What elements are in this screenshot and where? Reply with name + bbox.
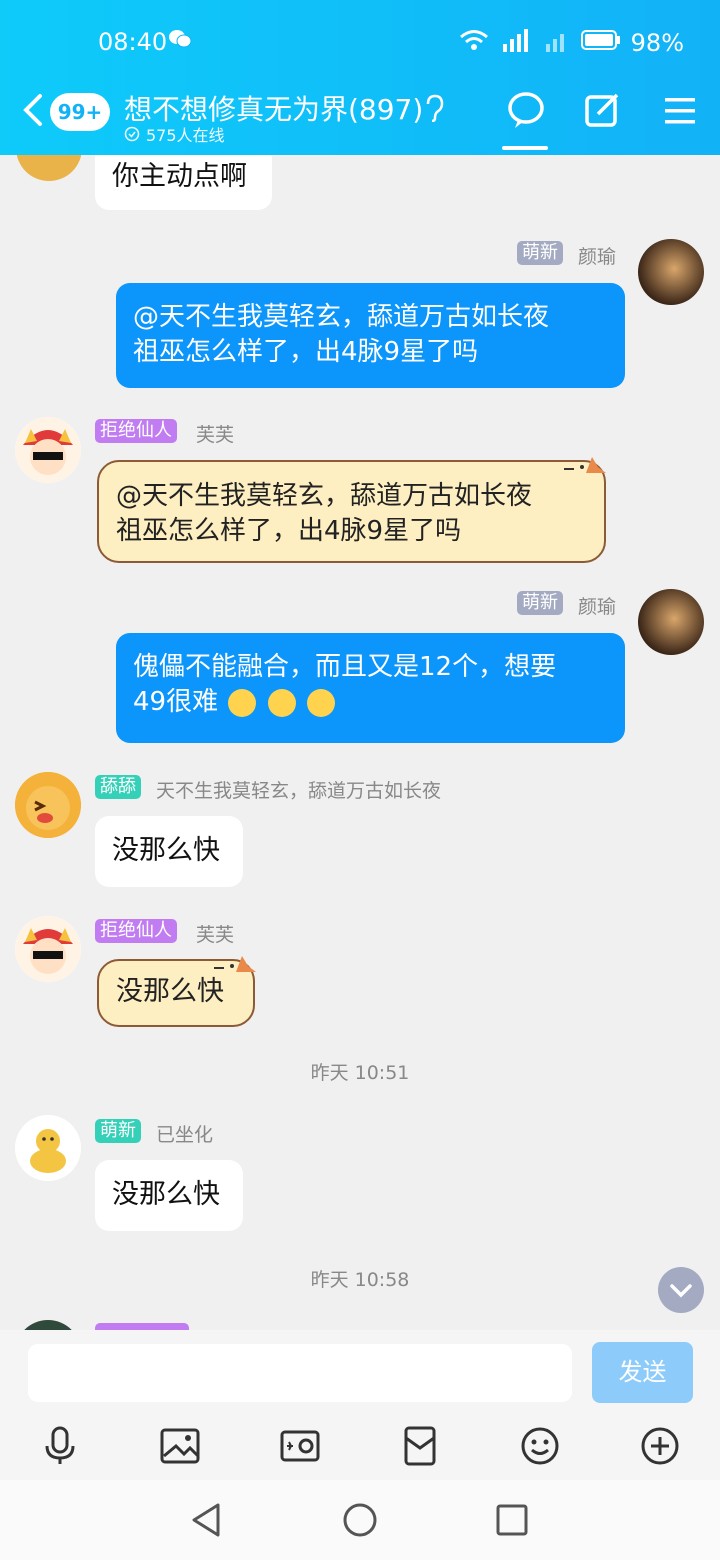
message-bubble[interactable]: 没那么快 bbox=[95, 816, 243, 887]
avatar[interactable] bbox=[15, 916, 81, 982]
avatar[interactable] bbox=[15, 417, 81, 483]
user-tag: 舔舔 bbox=[95, 775, 141, 799]
message-input[interactable] bbox=[28, 1344, 572, 1402]
user-tag: 拒绝仙人 bbox=[95, 419, 177, 443]
pensive-emoji-icon bbox=[267, 688, 296, 717]
online-count: 575人在线 bbox=[124, 122, 225, 146]
send-button[interactable]: 发送 bbox=[592, 1342, 693, 1403]
menu-icon[interactable] bbox=[662, 90, 702, 130]
user-name[interactable]: 颜瑜 bbox=[578, 592, 616, 619]
nav-bar: 99+ 想不想修真无为界(897) 575人在线 bbox=[0, 84, 720, 150]
user-tag: 萌新 bbox=[95, 1119, 141, 1143]
input-bar: 发送 bbox=[0, 1330, 720, 1480]
header: 08:40 98% 99+ 想不想修真无为界(897) 575人在线 bbox=[0, 0, 720, 155]
nav-recents-icon[interactable] bbox=[496, 1504, 528, 1540]
message-text: 傀儡不能融合，而且又是12个，想要 49很难 bbox=[133, 652, 557, 717]
user-tag: 萌新 bbox=[517, 591, 563, 615]
ear-icon[interactable] bbox=[424, 94, 446, 126]
user-tag: 萌新 bbox=[517, 241, 563, 265]
user-name[interactable]: 天不生我莫轻玄，舔道万古如长夜 bbox=[156, 776, 441, 803]
emoji-icon[interactable] bbox=[520, 1426, 560, 1466]
battery-percent: 98% bbox=[630, 29, 684, 57]
camera-icon[interactable] bbox=[280, 1426, 320, 1466]
active-tab-indicator bbox=[502, 146, 548, 150]
user-name[interactable]: 已坐化 bbox=[156, 1120, 213, 1147]
online-text: 575人在线 bbox=[146, 126, 225, 145]
chat-icon[interactable] bbox=[506, 90, 546, 130]
status-bar: 08:40 98% bbox=[0, 26, 720, 60]
scroll-to-bottom-button[interactable] bbox=[658, 1267, 704, 1313]
image-icon[interactable] bbox=[160, 1426, 200, 1466]
redpacket-icon[interactable] bbox=[400, 1426, 440, 1466]
message-list[interactable]: 你主动点啊 萌新 颜瑜 @天不生我莫轻玄，舔道万古如长夜 祖巫怎么样了，出4脉9… bbox=[0, 155, 720, 1330]
nav-back-icon[interactable] bbox=[190, 1502, 224, 1542]
message-bubble[interactable]: 没那么快 bbox=[95, 1160, 243, 1231]
nav-home-icon[interactable] bbox=[342, 1502, 378, 1542]
avatar[interactable] bbox=[638, 239, 704, 305]
message-bubble[interactable]: @天不生我莫轻玄，舔道万古如长夜 祖巫怎么样了，出4脉9星了吗 bbox=[116, 283, 625, 388]
unread-badge[interactable]: 99+ bbox=[50, 93, 110, 131]
avatar[interactable] bbox=[15, 1115, 81, 1181]
wifi-icon bbox=[459, 29, 489, 57]
user-name[interactable]: 芙芙 bbox=[196, 420, 234, 447]
time-separator: 昨天 10:58 bbox=[310, 1269, 410, 1291]
avatar[interactable] bbox=[15, 772, 81, 838]
message-bubble[interactable]: 傀儡不能融合，而且又是12个，想要 49很难 bbox=[116, 633, 625, 743]
user-tag bbox=[95, 1323, 189, 1330]
back-icon[interactable] bbox=[20, 90, 48, 130]
mic-icon[interactable] bbox=[40, 1426, 80, 1466]
time-separator: 昨天 10:51 bbox=[310, 1062, 410, 1084]
cat-ears-icon bbox=[562, 451, 608, 479]
status-time: 08:40 bbox=[98, 28, 168, 56]
signal2-icon bbox=[543, 28, 571, 58]
user-name[interactable]: 颜瑜 bbox=[578, 242, 616, 269]
signal-icon bbox=[499, 28, 533, 58]
message-bubble[interactable]: 你主动点啊 bbox=[95, 155, 272, 210]
wechat-icon bbox=[168, 28, 192, 56]
user-name[interactable]: 芙芙 bbox=[196, 920, 234, 947]
edit-icon[interactable] bbox=[584, 90, 624, 130]
plus-icon[interactable] bbox=[640, 1426, 680, 1466]
system-nav-bar bbox=[0, 1480, 720, 1560]
avatar[interactable] bbox=[15, 1320, 81, 1330]
battery-icon bbox=[580, 29, 621, 57]
user-tag: 拒绝仙人 bbox=[95, 919, 177, 943]
pensive-emoji-icon bbox=[306, 688, 335, 717]
message-bubble[interactable]: @天不生我莫轻玄，舔道万古如长夜 祖巫怎么样了，出4脉9星了吗 bbox=[97, 460, 606, 563]
avatar[interactable] bbox=[638, 589, 704, 655]
pensive-emoji-icon bbox=[228, 688, 257, 717]
cat-ears-icon bbox=[212, 950, 258, 978]
avatar[interactable] bbox=[16, 155, 82, 181]
